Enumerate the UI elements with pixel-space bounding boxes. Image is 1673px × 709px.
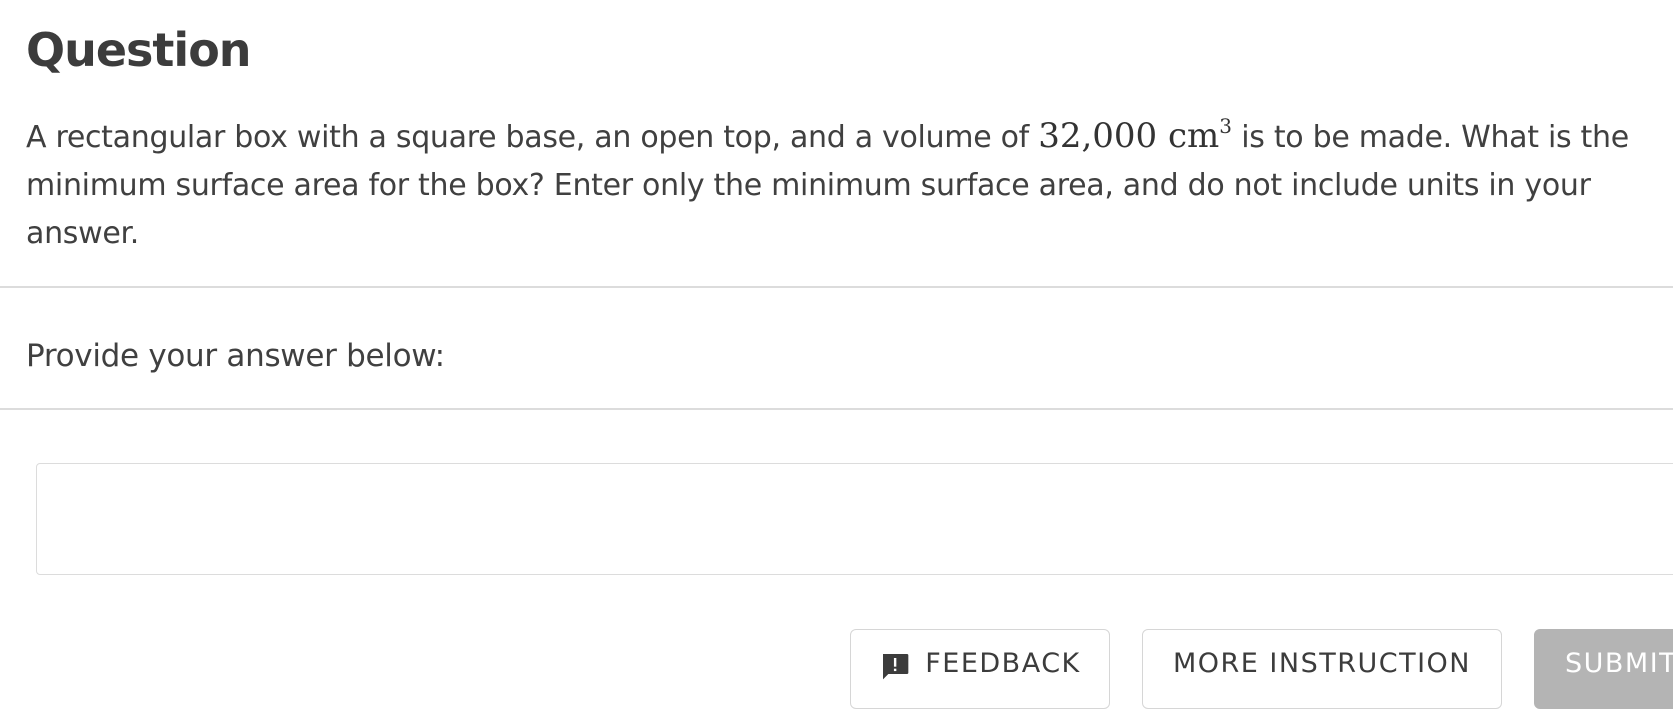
question-text: A rectangular box with a square base, an… (26, 112, 1656, 258)
question-page: Question A rectangular box with a square… (0, 0, 1673, 709)
feedback-icon (883, 654, 909, 680)
answer-prompt: Provide your answer below: (26, 338, 445, 374)
feedback-button-label: FEEDBACK (925, 648, 1081, 679)
submit-button-label: SUBMIT (1565, 648, 1673, 679)
submit-button[interactable]: SUBMIT (1534, 629, 1673, 709)
feedback-button[interactable]: FEEDBACK (850, 629, 1110, 709)
volume-math: 32,000 cm3 (1038, 116, 1232, 156)
divider (0, 286, 1673, 288)
question-title: Question (26, 23, 252, 77)
more-instruction-button-label: MORE INSTRUCTION (1172, 648, 1472, 679)
answer-input[interactable] (36, 463, 1673, 575)
more-instruction-button[interactable]: MORE INSTRUCTION (1142, 629, 1502, 709)
question-text-before: A rectangular box with a square base, an… (26, 120, 1039, 155)
divider (0, 408, 1673, 410)
volume-value: 32,000 cm (1038, 116, 1220, 156)
volume-exponent: 3 (1219, 114, 1232, 138)
